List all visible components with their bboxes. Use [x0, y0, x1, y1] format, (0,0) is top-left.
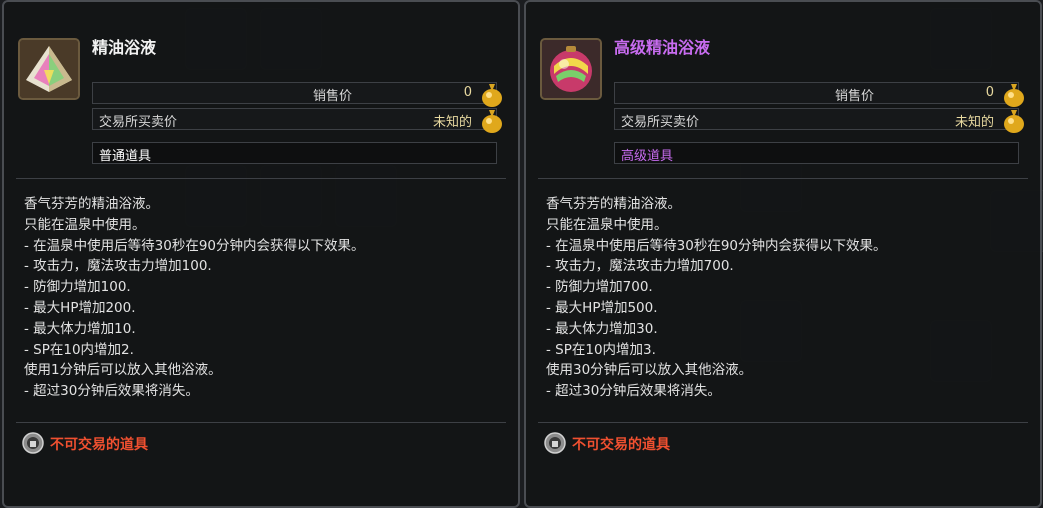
sell-price-row: 销售价 0	[92, 82, 502, 107]
description-line: 香气芬芳的精油浴液。	[24, 196, 159, 212]
exchange-price-label: 交易所买卖价	[621, 115, 700, 130]
lock-icon	[22, 432, 44, 454]
description-line: 使用1分钟后可以放入其他浴液。	[24, 362, 222, 379]
divider	[16, 422, 506, 423]
description-line: - SP在10内增加3.	[546, 341, 656, 358]
item-name: 精油浴液	[92, 38, 157, 57]
description-line: 香气芬芳的精油浴液。	[546, 196, 681, 212]
rainbow-orb-icon	[540, 38, 602, 100]
gold-pouch-icon	[482, 110, 502, 133]
sell-price-row: 销售价 0	[614, 82, 1024, 107]
description-line: - SP在10内增加2.	[24, 341, 134, 358]
description-line: - 在温泉中使用后等待30秒在90分钟内会获得以下效果。	[546, 237, 887, 254]
gold-pouch-icon	[482, 84, 502, 107]
item-name: 高级精油浴液	[614, 38, 711, 57]
description-line: - 最大体力增加30.	[546, 320, 658, 337]
sell-price-value: 0	[985, 85, 994, 100]
description-line: - 最大HP增加200.	[24, 299, 136, 316]
description-line: 只能在温泉中使用。	[24, 216, 146, 233]
sell-price-value: 0	[463, 85, 472, 100]
item-tooltip-premium-essential-oil: 高级精油浴液 销售价 0 交易所买卖价 未知的 高级道具 香气芬芳的精油浴液。 …	[524, 0, 1042, 508]
exchange-price-row: 交易所买卖价 未知的	[614, 108, 1024, 133]
description-line: - 超过30分钟后效果将消失。	[546, 383, 721, 400]
description-line: - 超过30分钟后效果将消失。	[24, 383, 199, 400]
description-line: - 防御力增加100.	[24, 279, 131, 296]
item-grade: 普通道具	[92, 142, 497, 164]
exchange-price-row: 交易所买卖价 未知的	[92, 108, 502, 133]
description-line: - 在温泉中使用后等待30秒在90分钟内会获得以下效果。	[24, 237, 365, 254]
item-tooltip-essential-oil: 精油浴液 销售价 0 交易所买卖价 未知的 普通道具 香气芬芳的精油浴液。 只能…	[2, 0, 520, 508]
sell-price-label: 销售价	[313, 89, 353, 104]
description-line: 使用30分钟后可以放入其他浴液。	[546, 362, 753, 379]
gold-pouch-icon	[1004, 110, 1024, 133]
description-line: - 最大体力增加10.	[24, 320, 136, 337]
lock-icon	[544, 432, 566, 454]
description-line: 只能在温泉中使用。	[546, 216, 668, 233]
exchange-price-label: 交易所买卖价	[99, 115, 178, 130]
divider	[16, 178, 506, 179]
description-line: - 防御力增加700.	[546, 279, 653, 296]
untradeable-notice: 不可交易的道具	[50, 437, 148, 453]
item-description: 香气芬芳的精油浴液。 只能在温泉中使用。 - 在温泉中使用后等待30秒在90分钟…	[546, 194, 1026, 402]
item-grade: 高级道具	[614, 142, 1019, 164]
gold-pouch-icon	[1004, 84, 1024, 107]
item-description: 香气芬芳的精油浴液。 只能在温泉中使用。 - 在温泉中使用后等待30秒在90分钟…	[24, 194, 504, 402]
sell-price-label: 销售价	[835, 89, 875, 104]
exchange-price-value: 未知的	[432, 115, 472, 130]
exchange-price-value: 未知的	[954, 115, 994, 130]
pyramid-crystal-icon	[18, 38, 80, 100]
description-line: - 攻击力，魔法攻击力增加700.	[546, 258, 734, 275]
description-line: - 攻击力，魔法攻击力增加100.	[24, 258, 212, 275]
description-line: - 最大HP增加500.	[546, 299, 658, 316]
divider	[538, 178, 1028, 179]
divider	[538, 422, 1028, 423]
untradeable-notice: 不可交易的道具	[572, 437, 670, 453]
